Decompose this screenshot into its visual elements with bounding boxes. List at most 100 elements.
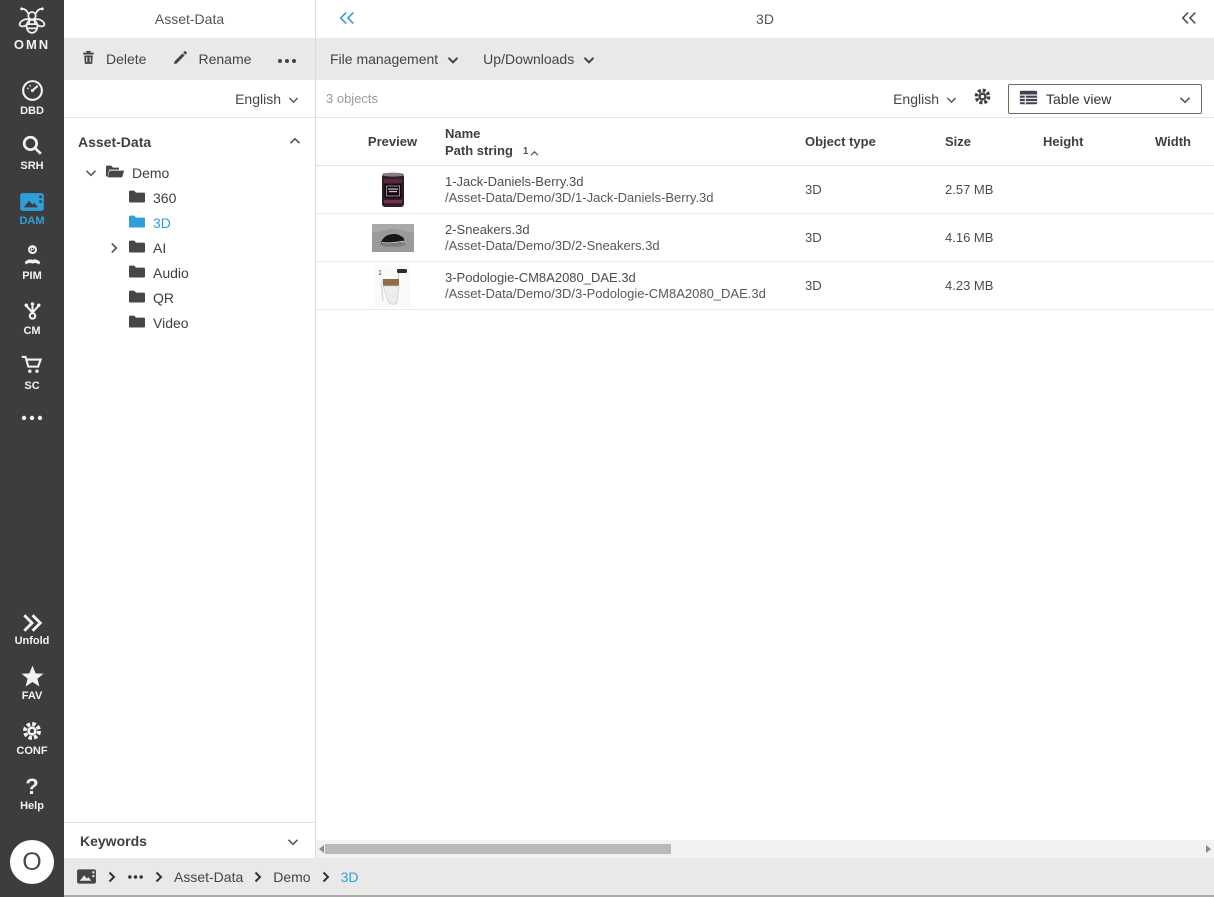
chevron-right-icon xyxy=(254,871,262,883)
table-view-icon xyxy=(1019,90,1038,108)
dam-module-icon[interactable] xyxy=(76,868,97,885)
updownloads-label: Up/Downloads xyxy=(483,51,575,67)
column-header-name-path[interactable]: Name Path string 1 xyxy=(445,125,805,159)
breadcrumb-item-demo[interactable]: Demo xyxy=(273,869,310,885)
omn-logo-label: OMN xyxy=(13,37,51,52)
main-language-select[interactable]: English xyxy=(893,91,957,107)
scrollbar-thumb[interactable] xyxy=(325,844,671,854)
rail-item-dam[interactable]: DAM xyxy=(19,186,45,227)
scroll-left-arrow[interactable] xyxy=(319,845,324,853)
tree-node-ai[interactable]: AI xyxy=(78,235,301,260)
column-header-preview[interactable]: Preview xyxy=(368,134,417,149)
folder-icon xyxy=(128,289,146,307)
chevron-down-icon xyxy=(287,833,299,849)
breadcrumb-item-3d[interactable]: 3D xyxy=(341,869,359,885)
folder-icon xyxy=(128,189,146,207)
rename-button-label: Rename xyxy=(198,51,252,67)
image-icon xyxy=(19,191,45,213)
tree-node-label: Video xyxy=(153,314,189,331)
asset-size: 4.16 MB xyxy=(945,230,994,245)
omn-logo[interactable]: OMN xyxy=(13,6,51,52)
table-row[interactable]: 2-Sneakers.3d /Asset-Data/Demo/3D/2-Snea… xyxy=(316,214,1214,262)
sort-indicator[interactable]: 1 xyxy=(523,146,540,159)
tree-node-video[interactable]: Video xyxy=(78,310,301,335)
dashboard-icon xyxy=(20,78,45,103)
table-row[interactable]: 1 3-Podologie-CM8A2080_DAE.3d /Asset-Dat… xyxy=(316,262,1214,310)
collapse-panel-right-icon[interactable] xyxy=(1180,10,1198,29)
rail-nav: DBD SRH DAM P PIM CM SC xyxy=(19,76,45,430)
rail-item-conf[interactable]: CONF xyxy=(16,716,48,757)
tree-node-label: 3D xyxy=(153,214,171,231)
rail-item-label: FAV xyxy=(21,690,43,702)
explorer-language-select[interactable]: English xyxy=(64,80,315,118)
rail-item-unfold[interactable]: Unfold xyxy=(15,606,49,647)
chevron-down-icon[interactable] xyxy=(84,169,98,177)
asset-name: 2-Sneakers.3d xyxy=(445,221,530,237)
tree-root-label: Asset-Data xyxy=(78,134,152,150)
delete-button[interactable]: Delete xyxy=(80,49,146,69)
column-header-object-type[interactable]: Object type xyxy=(805,134,945,149)
collapse-panel-left-icon[interactable] xyxy=(338,10,356,29)
person-icon: P xyxy=(20,243,45,268)
asset-path: /Asset-Data/Demo/3D/3-Podologie-CM8A2080… xyxy=(445,285,766,301)
asset-name: 1-Jack-Daniels-Berry.3d xyxy=(445,173,584,189)
scroll-right-arrow[interactable] xyxy=(1206,845,1211,853)
explorer-title-text: Asset-Data xyxy=(154,11,225,27)
tree-node-360[interactable]: 360 xyxy=(78,185,301,210)
tree-node-3d[interactable]: 3D xyxy=(78,210,301,235)
user-avatar[interactable]: O xyxy=(10,840,54,884)
rail-item-help[interactable]: ? Help xyxy=(20,771,44,813)
main-language-value: English xyxy=(893,90,939,107)
rail-item-srh[interactable]: SRH xyxy=(20,131,45,172)
column-header-size[interactable]: Size xyxy=(945,134,1043,149)
view-mode-select[interactable]: Table view xyxy=(1008,83,1202,114)
tree-node-qr[interactable]: QR xyxy=(78,285,301,310)
column-header-width[interactable]: Width xyxy=(1155,134,1214,149)
tree-root-asset-data[interactable]: Asset-Data xyxy=(78,130,301,154)
file-management-menu[interactable]: File management xyxy=(330,51,459,67)
explorer-toolbar: Delete Rename xyxy=(64,38,315,80)
breadcrumb-ellipsis[interactable] xyxy=(127,874,144,880)
folder-icon xyxy=(128,314,146,332)
main-panel: 3D File management Up/Downloads 3 object… xyxy=(316,0,1214,858)
asset-path: /Asset-Data/Demo/3D/1-Jack-Daniels-Berry… xyxy=(445,189,714,205)
table-row[interactable]: 1-Jack-Daniels-Berry.3d /Asset-Data/Demo… xyxy=(316,166,1214,214)
chevron-right-icon xyxy=(108,871,116,883)
file-management-label: File management xyxy=(330,51,439,67)
column-header-name: Name xyxy=(445,125,481,141)
rail-item-dbd[interactable]: DBD xyxy=(20,76,45,117)
column-header-height[interactable]: Height xyxy=(1043,134,1155,149)
asset-size: 2.57 MB xyxy=(945,182,994,197)
tree-node-demo[interactable]: Demo xyxy=(78,160,301,185)
keywords-label: Keywords xyxy=(80,832,147,849)
column-settings-button[interactable] xyxy=(972,86,993,112)
rail-item-sc[interactable]: SC xyxy=(19,351,45,392)
list-controls-right: English Table view xyxy=(893,83,1202,114)
rail-item-cm[interactable]: CM xyxy=(20,296,45,337)
asset-size: 4.23 MB xyxy=(945,278,994,293)
chevron-up-icon[interactable] xyxy=(289,134,301,150)
column-header-path: Path string xyxy=(445,142,513,158)
explorer-title: Asset-Data xyxy=(64,0,315,38)
updownloads-menu[interactable]: Up/Downloads xyxy=(483,51,595,67)
rename-button[interactable]: Rename xyxy=(172,49,251,69)
double-chevron-right-icon xyxy=(21,613,43,633)
rail-item-label: SC xyxy=(24,380,40,392)
ellipsis-icon xyxy=(277,51,297,67)
chevron-down-icon xyxy=(447,51,459,67)
tree-node-audio[interactable]: Audio xyxy=(78,260,301,285)
keywords-section-header[interactable]: Keywords xyxy=(64,822,315,858)
tree-node-label: Demo xyxy=(132,164,170,181)
chevron-right-icon[interactable] xyxy=(110,241,118,255)
rail-item-fav[interactable]: FAV xyxy=(20,661,45,702)
empty-area xyxy=(316,310,1214,840)
rail-more-button[interactable] xyxy=(20,406,44,430)
question-icon: ? xyxy=(25,774,39,799)
chevron-down-icon xyxy=(1179,91,1191,107)
explorer-language-value: English xyxy=(235,90,281,107)
explorer-more-button[interactable] xyxy=(277,51,297,67)
breadcrumb-item-asset-data[interactable]: Asset-Data xyxy=(174,869,243,885)
preview-thumbnail-sneakers xyxy=(371,223,414,252)
horizontal-scrollbar[interactable] xyxy=(316,840,1214,858)
rail-item-pim[interactable]: P PIM xyxy=(20,241,45,282)
